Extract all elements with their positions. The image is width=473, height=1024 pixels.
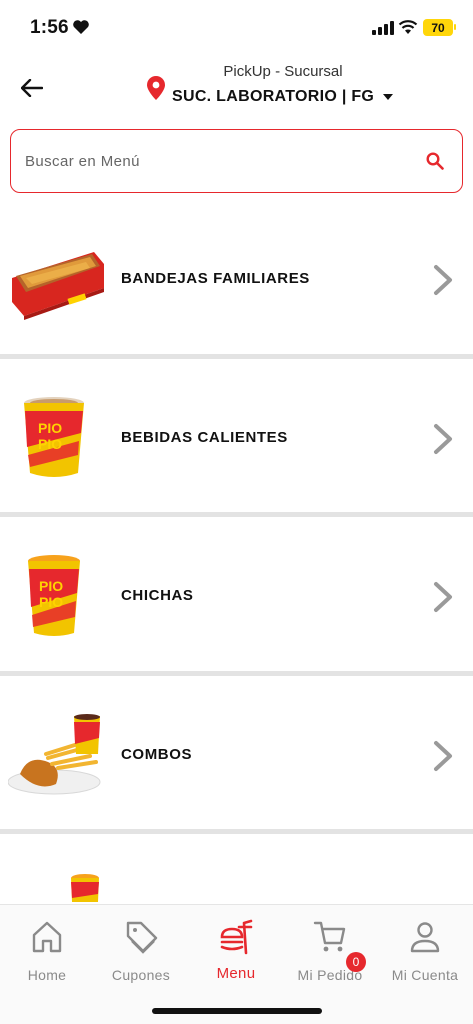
caret-down-icon xyxy=(383,94,394,100)
bottom-nav: Home Cupones Menu Mi Pedido Mi Cuenta xyxy=(0,904,473,1024)
menu-icon xyxy=(220,919,253,955)
svg-text:PIO: PIO xyxy=(39,594,63,610)
chevron-right-icon xyxy=(434,740,452,771)
combo-image xyxy=(8,713,101,794)
branch-selector[interactable]: SUC. LABORATORIO | FG xyxy=(172,88,394,106)
nav-label: Menu xyxy=(216,965,256,982)
hot-drink-image: PIO PIO xyxy=(24,396,84,477)
svg-text:PIO: PIO xyxy=(39,578,63,594)
category-item-chichas[interactable]: PIO PIO CHICHAS xyxy=(0,517,473,676)
user-icon xyxy=(410,922,440,953)
nav-cupones[interactable]: Cupones xyxy=(94,913,188,985)
cart-count-badge: 0 xyxy=(346,952,366,972)
branch-name: SUC. LABORATORIO | FG xyxy=(172,88,375,105)
nav-menu[interactable]: Menu xyxy=(189,913,283,985)
category-label: BANDEJAS FAMILIARES xyxy=(121,270,310,287)
location-pin-icon xyxy=(147,76,165,100)
search-input[interactable] xyxy=(25,152,405,170)
category-label: COMBOS xyxy=(121,745,193,763)
nav-mi-pedido[interactable]: Mi Pedido xyxy=(283,913,377,985)
home-indicator[interactable] xyxy=(152,1008,322,1014)
tag-icon xyxy=(126,921,158,954)
battery-cap xyxy=(454,24,456,30)
search-icon[interactable] xyxy=(426,152,444,170)
battery-icon: 70 xyxy=(423,19,453,36)
svg-text:PIO: PIO xyxy=(38,420,62,436)
home-icon xyxy=(32,921,62,953)
category-list: BANDEJAS FAMILIARES PIO PIO BEBIDAS CALI… xyxy=(0,200,473,993)
nav-label: Mi Cuenta xyxy=(391,967,459,983)
chicha-cup-image: PIO PIO xyxy=(28,555,80,636)
chevron-right-icon xyxy=(434,265,452,295)
battery-level: 70 xyxy=(431,20,445,35)
status-time: 1:56 xyxy=(30,17,69,38)
nav-label: Cupones xyxy=(111,967,171,983)
category-item-combos[interactable]: COMBOS xyxy=(0,675,473,834)
heart-icon xyxy=(73,20,89,34)
pickup-mode-label: PickUp - Sucursal xyxy=(223,63,343,80)
nav-home[interactable]: Home xyxy=(0,913,94,985)
category-label: CHICHAS xyxy=(121,587,194,604)
category-label: BEBIDAS CALIENTES xyxy=(121,428,288,446)
svg-text:PIO: PIO xyxy=(38,436,62,452)
status-bar: 1:56 70 xyxy=(0,0,473,56)
wifi-icon xyxy=(398,20,418,34)
back-arrow-icon xyxy=(21,79,43,97)
chevron-right-icon xyxy=(434,423,452,454)
cart-icon xyxy=(313,921,346,952)
category-item-bebidas-calientes[interactable]: PIO PIO BEBIDAS CALIENTES xyxy=(0,358,473,517)
nav-label: Mi Pedido xyxy=(297,967,363,983)
tray-image xyxy=(12,252,104,320)
nav-mi-cuenta[interactable]: Mi Cuenta xyxy=(378,913,472,985)
search-box[interactable] xyxy=(10,129,463,193)
category-item-bandejas-familiares[interactable]: BANDEJAS FAMILIARES xyxy=(0,200,473,359)
chevron-right-icon xyxy=(434,582,452,612)
nav-label: Home xyxy=(27,967,67,983)
signal-icon xyxy=(372,21,394,35)
